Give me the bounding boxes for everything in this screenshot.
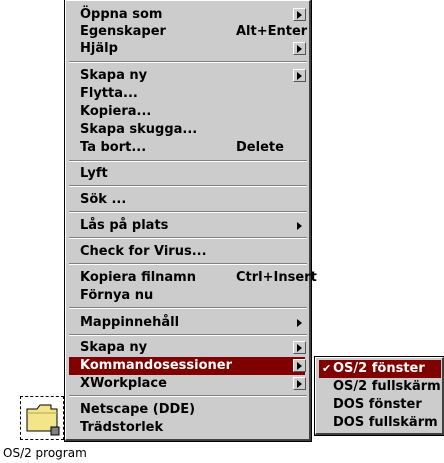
menu-item-copy[interactable]: Kopiera... xyxy=(69,103,305,121)
menu-separator xyxy=(69,211,307,213)
menu-item-xworkplace[interactable]: XWorkplace xyxy=(69,375,306,393)
folder-icon xyxy=(26,404,60,436)
menu-separator xyxy=(69,61,307,63)
submenu-arrow-icon[interactable] xyxy=(293,69,306,82)
menu-item-label: Öppna som xyxy=(80,7,163,22)
command-sessions-submenu: ✔ OS/2 fönster OS/2 fullskärm DOS fönste… xyxy=(314,356,444,436)
folder-icon-os2-program[interactable] xyxy=(20,396,64,440)
menu-item-label: Ta bort... xyxy=(80,140,147,155)
submenu-arrow-icon xyxy=(297,222,302,230)
menu-item-label: Lyft xyxy=(80,166,108,181)
menu-item-lock-in-place[interactable]: Lås på plats xyxy=(69,217,305,235)
submenu-item-dos-fullscreen[interactable]: DOS fullskärm xyxy=(319,414,441,432)
menu-item-shortcut: Delete xyxy=(236,140,284,155)
menu-item-label: Kopiera... xyxy=(80,104,152,119)
menu-item-label: OS/2 fönster xyxy=(333,361,425,376)
menu-item-label: Skapa ny xyxy=(80,340,148,355)
submenu-arrow-icon[interactable] xyxy=(293,377,306,390)
menu-item-netscape-dde[interactable]: Netscape (DDE) xyxy=(69,401,305,419)
menu-item-label: OS/2 fullskärm xyxy=(333,379,441,394)
menu-item-label: Mappinnehåll xyxy=(80,315,180,330)
menu-item-find[interactable]: Sök ... xyxy=(69,191,305,209)
menu-item-open-as[interactable]: Öppna som xyxy=(69,6,306,24)
menu-item-label: Netscape (DDE) xyxy=(80,402,196,417)
menu-item-label: Kopiera filnamn xyxy=(80,270,196,285)
menu-item-label: Skapa skugga... xyxy=(80,122,198,137)
menu-item-refresh-now[interactable]: Förnya nu xyxy=(69,287,305,305)
menu-separator xyxy=(69,307,307,309)
menu-item-label: Trädstorlek xyxy=(80,420,164,435)
menu-item-label: Check for Virus... xyxy=(80,244,207,259)
menu-item-label: Kommandosessioner xyxy=(80,358,233,373)
menu-item-properties[interactable]: Egenskaper Alt+Enter xyxy=(69,23,308,41)
menu-item-shortcut: Ctrl+Insert xyxy=(236,270,317,285)
menu-separator xyxy=(69,237,307,239)
folder-label: OS/2 program xyxy=(3,446,87,460)
menu-separator xyxy=(69,395,307,397)
submenu-arrow-icon[interactable] xyxy=(293,42,306,55)
menu-item-help[interactable]: Hjälp xyxy=(69,40,306,58)
menu-item-label: Flytta... xyxy=(80,86,138,101)
menu-item-create-new-2[interactable]: Skapa ny xyxy=(69,339,306,357)
menu-item-folder-contents[interactable]: Mappinnehåll xyxy=(69,314,305,332)
menu-item-create-new[interactable]: Skapa ny xyxy=(69,67,306,85)
menu-item-move[interactable]: Flytta... xyxy=(69,85,305,103)
menu-item-label: Lås på plats xyxy=(80,218,169,233)
menu-item-label: Skapa ny xyxy=(80,68,148,83)
menu-item-label: Förnya nu xyxy=(80,288,154,303)
submenu-item-os2-window[interactable]: ✔ OS/2 fönster xyxy=(319,360,441,378)
menu-item-label: XWorkplace xyxy=(80,376,167,391)
menu-item-label: DOS fullskärm xyxy=(333,415,438,430)
menu-item-copy-filename[interactable]: Kopiera filnamn Ctrl+Insert xyxy=(69,269,317,287)
menu-item-label: Egenskaper xyxy=(80,24,166,39)
menu-separator xyxy=(69,185,307,187)
menu-item-delete[interactable]: Ta bort... Delete xyxy=(69,139,305,157)
menu-item-tree-size[interactable]: Trädstorlek xyxy=(69,419,305,437)
menu-item-label: Hjälp xyxy=(80,41,118,56)
submenu-arrow-icon xyxy=(297,319,302,327)
menu-separator xyxy=(69,160,307,162)
menu-item-check-virus[interactable]: Check for Virus... xyxy=(69,243,305,261)
menu-item-label: DOS fönster xyxy=(333,397,422,412)
menu-item-label: Sök ... xyxy=(80,192,127,207)
submenu-item-dos-window[interactable]: DOS fönster xyxy=(319,396,441,414)
context-menu: Öppna som Egenskaper Alt+Enter Hjälp Ska… xyxy=(64,0,317,442)
menu-item-shortcut: Alt+Enter xyxy=(236,24,308,39)
submenu-arrow-icon[interactable] xyxy=(293,8,306,21)
checkmark-icon: ✔ xyxy=(322,362,332,375)
submenu-item-os2-fullscreen[interactable]: OS/2 fullskärm xyxy=(319,378,441,396)
menu-separator xyxy=(69,263,307,265)
menu-separator xyxy=(69,334,307,336)
menu-item-lift[interactable]: Lyft xyxy=(69,165,305,183)
submenu-arrow-icon[interactable] xyxy=(293,341,306,354)
menu-item-command-sessions[interactable]: Kommandosessioner xyxy=(69,357,306,375)
menu-item-create-shadow[interactable]: Skapa skugga... xyxy=(69,121,305,139)
submenu-arrow-icon[interactable] xyxy=(293,359,306,372)
